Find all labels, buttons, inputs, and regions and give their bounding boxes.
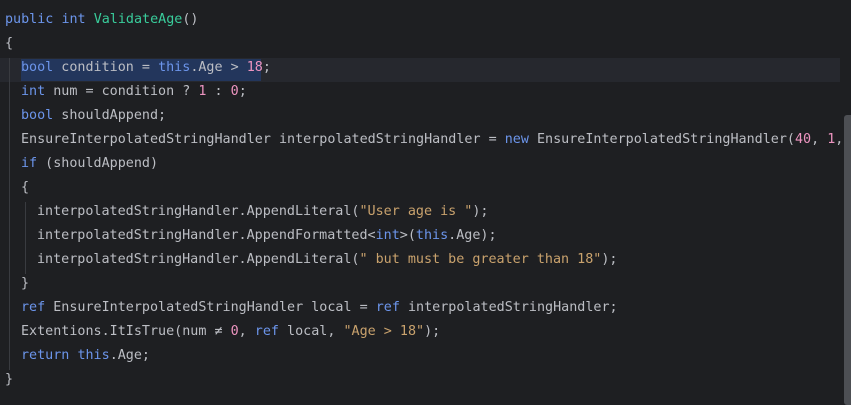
code-line[interactable]: } — [5, 368, 13, 392]
code-token: EnsureInterpolatedStringHandler local = — [45, 300, 376, 315]
code-token: this — [77, 348, 110, 363]
code-token: interpolatedStringHandler.AppendLiteral( — [37, 204, 360, 219]
code-token: num = condition ? — [45, 84, 199, 99]
code-line[interactable]: public int ValidateAge() — [5, 8, 199, 32]
code-token: ref — [375, 300, 400, 315]
code-token: ); — [601, 252, 618, 267]
code-token: .Age); — [448, 228, 497, 243]
code-token: >( — [399, 228, 416, 243]
code-token: : — [206, 84, 231, 99]
code-token: ; — [262, 60, 271, 75]
code-token: { — [5, 36, 14, 51]
code-token: ref — [21, 300, 46, 315]
code-token: } — [21, 276, 30, 291]
code-token: shouldAppend; — [53, 108, 167, 123]
code-token: Extentions.ItIsTrue(num — [21, 324, 215, 339]
vertical-scrollbar[interactable] — [844, 115, 851, 405]
code-token: this — [158, 60, 191, 75]
code-token: " but must be greater than 18" — [359, 252, 602, 267]
code-token: new — [504, 132, 529, 147]
code-token: local, — [278, 324, 344, 339]
indent-guide — [9, 58, 10, 370]
code-line[interactable]: bool shouldAppend; — [21, 104, 166, 128]
code-token: "User age is " — [359, 204, 473, 219]
code-token: "Age > 18" — [343, 324, 425, 339]
code-line[interactable]: interpolatedStringHandler.AppendFormatte… — [37, 224, 497, 248]
code-token: ; — [238, 84, 247, 99]
code-token: 0 — [230, 324, 239, 339]
code-token: int — [21, 84, 46, 99]
code-line[interactable]: if (shouldAppend) — [21, 152, 158, 176]
code-line[interactable]: interpolatedStringHandler.AppendLiteral(… — [37, 200, 488, 224]
code-token: condition = — [53, 60, 159, 75]
code-token: .Age; — [109, 348, 150, 363]
code-line[interactable]: } — [21, 272, 29, 296]
code-token: () — [182, 12, 199, 27]
code-token: int — [375, 228, 400, 243]
code-line[interactable]: int num = condition ? 1 : 0; — [21, 80, 247, 104]
code-token: interpolatedStringHandler.AppendFormatte… — [37, 228, 376, 243]
code-token: 0 — [230, 84, 239, 99]
code-token: EnsureInterpolatedStringHandler( — [528, 132, 795, 147]
code-line[interactable]: ref EnsureInterpolatedStringHandler loca… — [21, 296, 618, 320]
code-token: { — [21, 180, 30, 195]
code-token: interpolatedStringHandler.AppendLiteral( — [37, 252, 360, 267]
code-token: ≠ — [214, 324, 223, 339]
code-token: 18 — [246, 60, 263, 75]
indent-guide — [25, 202, 26, 274]
code-token: EnsureInterpolatedStringHandler interpol… — [21, 132, 505, 147]
code-line[interactable]: { — [5, 32, 13, 56]
code-token: ValidateAge — [93, 12, 183, 27]
code-token: this — [415, 228, 449, 243]
code-token: bool — [21, 60, 54, 75]
code-token: ); — [472, 204, 489, 219]
code-token: } — [5, 372, 14, 387]
code-line[interactable]: bool condition = this.Age > 18; — [21, 56, 271, 80]
code-line[interactable]: interpolatedStringHandler.AppendLiteral(… — [37, 248, 617, 272]
code-line[interactable]: { — [21, 176, 29, 200]
code-token: public — [5, 12, 54, 27]
code-token: 40 — [794, 132, 812, 147]
code-line[interactable]: return this.Age; — [21, 344, 150, 368]
code-token: (shouldAppend) — [37, 156, 159, 171]
code-token: , — [238, 324, 255, 339]
code-line[interactable]: EnsureInterpolatedStringHandler interpol… — [21, 128, 851, 152]
code-token: if — [21, 156, 38, 171]
code-token: interpolatedStringHandler; — [399, 300, 618, 315]
code-editor[interactable]: public int ValidateAge() { bool condition … — [0, 0, 851, 405]
code-token: return — [21, 348, 70, 363]
code-token: .Age > — [190, 60, 247, 75]
code-token: , — [811, 132, 828, 147]
code-line[interactable]: Extentions.ItIsTrue(num ≠ 0, ref local, … — [21, 320, 440, 344]
code-token: bool — [21, 108, 54, 123]
code-token: int — [61, 12, 86, 27]
code-token: ); — [424, 324, 441, 339]
code-token: ref — [254, 324, 279, 339]
